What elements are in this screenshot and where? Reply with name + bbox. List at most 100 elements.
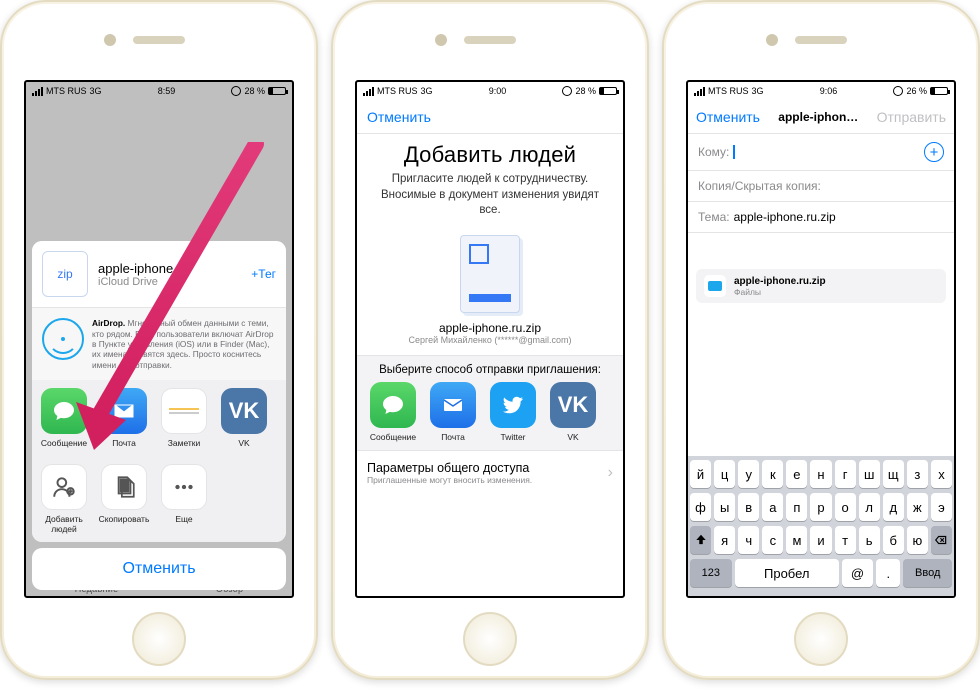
- share-app-mail[interactable]: Почта: [96, 388, 152, 448]
- cancel-button[interactable]: Отменить: [367, 109, 431, 125]
- key[interactable]: г: [835, 460, 856, 488]
- invite-twitter[interactable]: Twitter: [485, 382, 541, 442]
- at-key[interactable]: @: [842, 559, 873, 587]
- messages-icon: [370, 382, 416, 428]
- key[interactable]: щ: [883, 460, 904, 488]
- invite-mail[interactable]: Почта: [425, 382, 481, 442]
- document-owner: Сергей Михайленко (******@gmail.com): [357, 335, 623, 355]
- text-cursor: [733, 145, 735, 159]
- key[interactable]: л: [859, 493, 880, 521]
- share-app-vk[interactable]: VKVK: [216, 388, 272, 448]
- page-title: Добавить людей: [357, 134, 623, 170]
- key[interactable]: ч: [738, 526, 759, 554]
- navbar: Отменить: [357, 100, 623, 134]
- action-more[interactable]: Еще: [156, 464, 212, 534]
- share-app-notes[interactable]: Заметки: [156, 388, 212, 448]
- folder-icon: [704, 275, 726, 297]
- action-copy[interactable]: Скопировать: [96, 464, 152, 534]
- key[interactable]: й: [690, 460, 711, 488]
- to-field[interactable]: Кому: +: [688, 134, 954, 171]
- key[interactable]: т: [835, 526, 856, 554]
- key[interactable]: к: [762, 460, 783, 488]
- status-bar: MTS RUS3G 9:00 28 %: [357, 82, 623, 100]
- file-source: iCloud Drive: [98, 276, 241, 288]
- key[interactable]: с: [762, 526, 783, 554]
- attachment[interactable]: apple-iphone.ru.zip Файлы: [696, 269, 946, 303]
- nav-title: apple-iphon…: [760, 110, 877, 124]
- cancel-button[interactable]: Отменить: [32, 548, 286, 590]
- key[interactable]: р: [810, 493, 831, 521]
- mail-icon: [430, 382, 476, 428]
- document-icon: [460, 235, 520, 313]
- key[interactable]: ж: [907, 493, 928, 521]
- key[interactable]: п: [786, 493, 807, 521]
- invite-vk[interactable]: VKVK: [545, 382, 601, 442]
- section-header: Выберите способ отправки приглашения:: [361, 364, 619, 382]
- key-row-1: йцукенгшщзх: [690, 460, 952, 488]
- add-recipient-button[interactable]: +: [924, 142, 944, 162]
- home-button[interactable]: [132, 612, 186, 666]
- zip-icon: zip: [42, 251, 88, 297]
- invite-messages[interactable]: Сообщение: [365, 382, 421, 442]
- screen-share-sheet: MTS RUS3G 8:59 28 % НедавниеОбзор zip ap…: [24, 80, 294, 598]
- add-tag-button[interactable]: +Тег: [251, 267, 276, 281]
- backspace-key[interactable]: [931, 526, 952, 554]
- notes-icon: [161, 388, 207, 434]
- key[interactable]: з: [907, 460, 928, 488]
- phone-1: MTS RUS3G 8:59 28 % НедавниеОбзор zip ap…: [0, 0, 318, 680]
- space-key[interactable]: Пробел: [735, 559, 839, 587]
- cc-field[interactable]: Копия/Скрытая копия:: [688, 171, 954, 202]
- subject-field[interactable]: Тема:apple-iphone.ru.zip: [688, 202, 954, 233]
- key[interactable]: я: [714, 526, 735, 554]
- phone-2: MTS RUS3G 9:00 28 % Отменить Добавить лю…: [331, 0, 649, 680]
- key[interactable]: н: [810, 460, 831, 488]
- page-subtitle: Пригласите людей к сотрудничеству. Вноси…: [357, 170, 623, 229]
- rotation-lock-icon: [893, 86, 903, 96]
- shift-key[interactable]: [690, 526, 711, 554]
- home-button[interactable]: [794, 612, 848, 666]
- key[interactable]: е: [786, 460, 807, 488]
- key[interactable]: ы: [714, 493, 735, 521]
- home-button[interactable]: [463, 612, 517, 666]
- file-name: apple-iphone.ru: [98, 261, 241, 276]
- enter-key[interactable]: Ввод: [903, 559, 952, 587]
- key[interactable]: а: [762, 493, 783, 521]
- clock: 9:06: [820, 86, 838, 96]
- airdrop-section[interactable]: AirDrop. Мгновенный обмен данными с теми…: [32, 307, 286, 380]
- dot-key[interactable]: .: [876, 559, 900, 587]
- numbers-key[interactable]: 123: [690, 559, 732, 587]
- key[interactable]: э: [931, 493, 952, 521]
- key[interactable]: и: [810, 526, 831, 554]
- cancel-button[interactable]: Отменить: [696, 109, 760, 125]
- key[interactable]: в: [738, 493, 759, 521]
- action-add-people[interactable]: Добавить людей: [36, 464, 92, 534]
- key[interactable]: ь: [859, 526, 880, 554]
- twitter-icon: [490, 382, 536, 428]
- rotation-lock-icon: [562, 86, 572, 96]
- battery-icon: [930, 87, 948, 95]
- add-people-icon: [41, 464, 87, 510]
- key[interactable]: о: [835, 493, 856, 521]
- key[interactable]: ф: [690, 493, 711, 521]
- navbar: Отменить apple-iphon… Отправить: [688, 100, 954, 134]
- keyboard: йцукенгшщзх фывапролджэ ячсмитьбю 123 Пр…: [688, 456, 954, 596]
- copy-icon: [101, 464, 147, 510]
- sharing-options-row[interactable]: Параметры общего доступа Приглашенные мо…: [357, 451, 623, 487]
- share-app-messages[interactable]: Сообщение: [36, 388, 92, 448]
- airdrop-icon: [42, 318, 84, 360]
- plus-icon: +: [930, 145, 939, 160]
- key[interactable]: у: [738, 460, 759, 488]
- key[interactable]: ю: [907, 526, 928, 554]
- key[interactable]: х: [931, 460, 952, 488]
- key[interactable]: ц: [714, 460, 735, 488]
- mail-icon: [101, 388, 147, 434]
- key[interactable]: д: [883, 493, 904, 521]
- clock: 9:00: [489, 86, 507, 96]
- send-button[interactable]: Отправить: [877, 109, 946, 125]
- key-row-3: ячсмитьбю: [690, 526, 952, 554]
- key-row-4: 123 Пробел @ . Ввод: [690, 559, 952, 587]
- key[interactable]: м: [786, 526, 807, 554]
- key[interactable]: б: [883, 526, 904, 554]
- key[interactable]: ш: [859, 460, 880, 488]
- invite-methods-section: Выберите способ отправки приглашения: Со…: [357, 355, 623, 451]
